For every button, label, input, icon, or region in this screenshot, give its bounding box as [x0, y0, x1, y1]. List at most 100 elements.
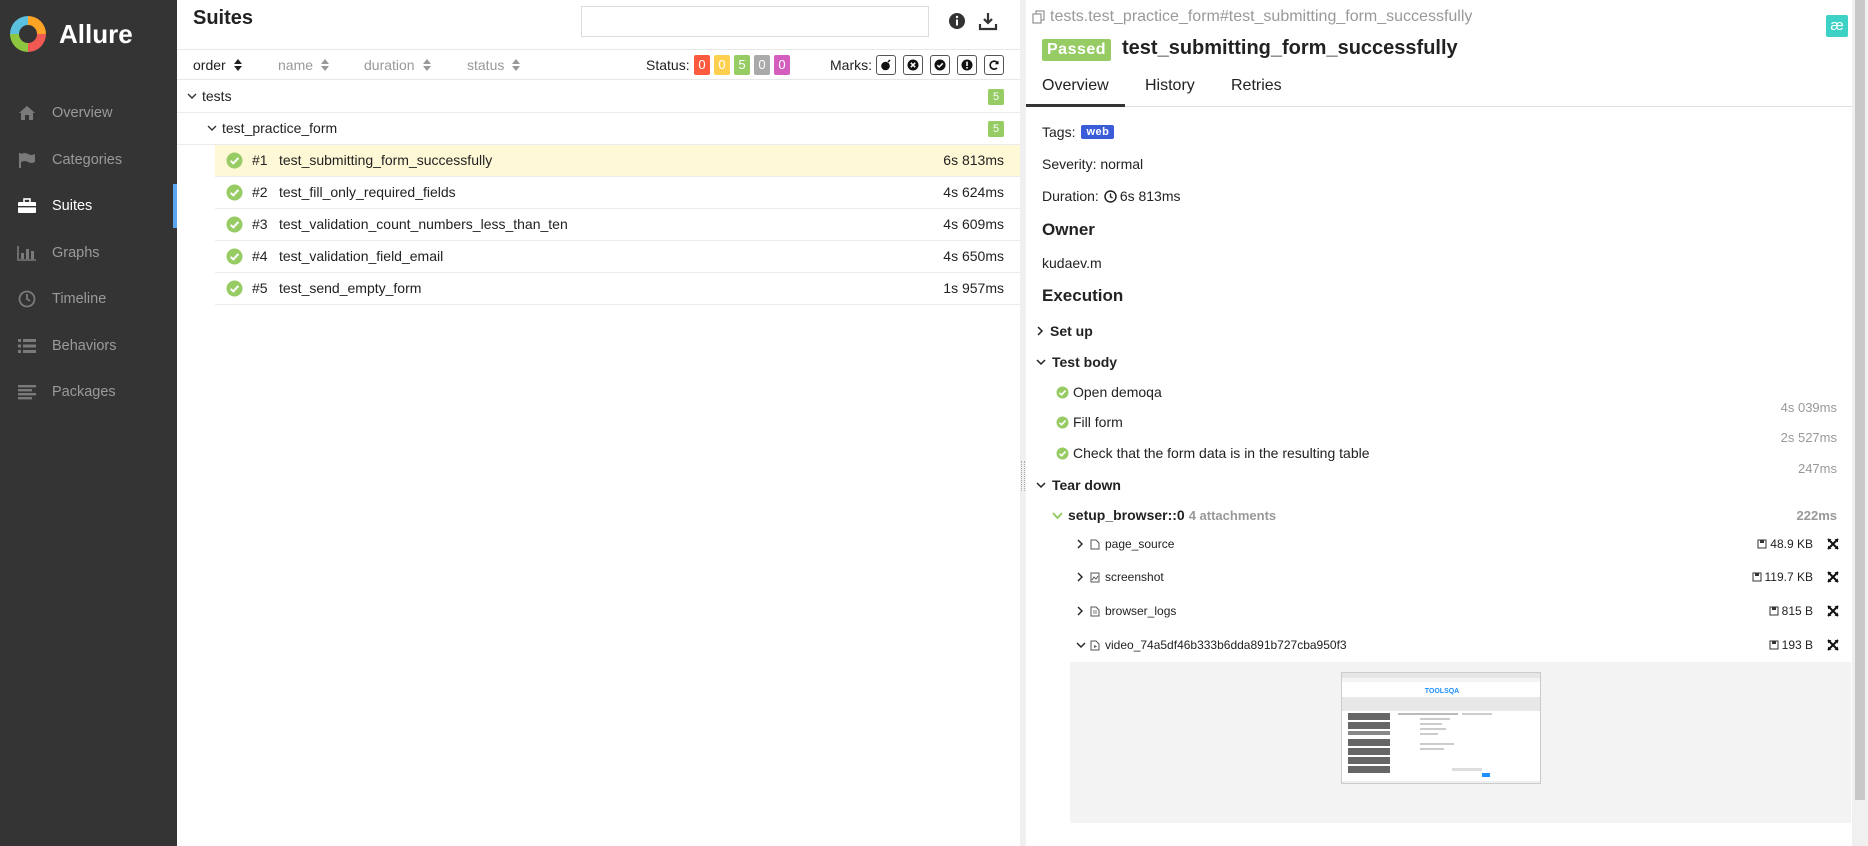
step-row[interactable]: Check that the form data is in the resul…	[1056, 445, 1851, 476]
save-icon	[1752, 572, 1762, 582]
test-body-label: Test body	[1052, 354, 1118, 370]
brand[interactable]: Allure	[0, 0, 177, 68]
setup-label: Set up	[1050, 323, 1093, 339]
test-row[interactable]: #5 test_send_empty_form 1s 957ms	[215, 273, 1020, 305]
fixture-row[interactable]: setup_browser::0 4 attachments 222ms	[1052, 507, 1851, 523]
sort-status-label: status	[467, 57, 505, 73]
step-row[interactable]: Open demoqa 4s 039ms	[1056, 384, 1851, 415]
test-name: test_validation_field_email	[279, 248, 444, 264]
step-name: Fill form	[1073, 414, 1123, 430]
sort-status[interactable]: status	[467, 57, 521, 73]
tags-label: Tags:	[1042, 124, 1076, 140]
status-failed-badge[interactable]: 0	[694, 55, 710, 75]
sidebar-item-packages[interactable]: Packages	[0, 369, 177, 416]
briefcase-icon	[17, 197, 37, 215]
scrollbar-thumb[interactable]	[1855, 0, 1865, 800]
test-row[interactable]: #4 test_validation_field_email 4s 650ms	[215, 241, 1020, 273]
test-duration: 4s 609ms	[943, 216, 1004, 232]
sidebar-item-label: Categories	[52, 151, 123, 168]
check-circle-icon	[226, 216, 243, 233]
test-name: test_submitting_form_successfully	[279, 152, 493, 168]
check-circle-icon	[226, 248, 243, 265]
mark-retries-button[interactable]	[984, 55, 1004, 75]
attachment-row[interactable]: screenshot 119.7 KB	[1076, 570, 1851, 584]
setup-section[interactable]: Set up	[1036, 323, 1093, 339]
expand-icon[interactable]	[1827, 538, 1839, 550]
sidebar-item-suites[interactable]: Suites	[0, 183, 177, 230]
duration-value: 6s 813ms	[1119, 188, 1181, 204]
breadcrumb: tests.test_practice_form#test_submitting…	[1032, 8, 1472, 26]
tab-retries[interactable]: Retries	[1215, 77, 1298, 107]
status-broken-badge[interactable]: 0	[714, 55, 730, 75]
check-circle-icon	[1056, 386, 1069, 398]
sidebar-item-label: Graphs	[52, 244, 100, 261]
status-unknown-badge[interactable]: 0	[774, 55, 790, 75]
copy-icon[interactable]	[1032, 10, 1046, 24]
info-icon[interactable]	[947, 11, 969, 33]
mark-new-broken-button[interactable]	[957, 55, 977, 75]
sidebar-item-label: Behaviors	[52, 337, 117, 354]
step-row[interactable]: Fill form 2s 527ms	[1056, 414, 1851, 445]
attachment-row[interactable]: page_source 48.9 KB	[1076, 537, 1851, 551]
sidebar-item-label: Suites	[52, 198, 93, 215]
flag-icon	[17, 151, 37, 169]
sort-name-label: name	[278, 57, 314, 73]
bomb-icon	[881, 59, 891, 71]
search-input[interactable]	[581, 6, 929, 37]
sort-arrows-icon	[233, 59, 242, 71]
expand-icon[interactable]	[1827, 639, 1839, 651]
tab-overview[interactable]: Overview	[1026, 77, 1125, 107]
test-row[interactable]: #2 test_fill_only_required_fields 4s 624…	[215, 177, 1020, 209]
video-player[interactable]: TOOLSQA	[1341, 672, 1541, 784]
attachment-name: screenshot	[1105, 570, 1164, 584]
splitter-grip-icon[interactable]	[1021, 461, 1025, 491]
test-name: test_fill_only_required_fields	[279, 184, 456, 200]
sort-name[interactable]: name	[278, 57, 330, 73]
status-skipped-badge[interactable]: 0	[754, 55, 770, 75]
test-row[interactable]: #3 test_validation_count_numbers_less_th…	[215, 209, 1020, 241]
test-number: #5	[252, 280, 268, 296]
detail-tabs: Overview History Retries	[1026, 73, 1852, 107]
attachment-size: 193 B	[1769, 638, 1813, 652]
attachment-row[interactable]: video_74a5df46b333b6dda891b727cba950f3 1…	[1076, 638, 1851, 652]
expand-icon[interactable]	[1827, 571, 1839, 583]
status-passed-badge[interactable]: 5	[734, 55, 750, 75]
test-number: #2	[252, 184, 268, 200]
tree-group-test-practice-form[interactable]: test_practice_form 5	[177, 113, 1020, 145]
sort-duration[interactable]: duration	[364, 57, 431, 73]
tags-line: Tags: web	[1042, 124, 1115, 140]
check-circle-icon	[226, 280, 243, 297]
tree-group-tests[interactable]: tests 5	[177, 81, 1020, 113]
attachment-size: 119.7 KB	[1752, 570, 1813, 584]
test-row[interactable]: #1 test_submitting_form_successfully 6s …	[215, 145, 1020, 177]
attachment-size-text: 815 B	[1781, 604, 1813, 618]
save-icon	[1769, 640, 1779, 650]
sidebar-item-timeline[interactable]: Timeline	[0, 276, 177, 323]
attachment-size-text: 48.9 KB	[1770, 537, 1813, 551]
tab-history[interactable]: History	[1129, 77, 1211, 107]
test-body-section[interactable]: Test body	[1036, 354, 1117, 370]
scrollbar[interactable]	[1852, 0, 1868, 846]
sidebar-item-overview[interactable]: Overview	[0, 90, 177, 137]
sidebar-item-categories[interactable]: Categories	[0, 137, 177, 184]
fixture-name: setup_browser::0	[1068, 507, 1185, 523]
execution-heading: Execution	[1042, 286, 1124, 305]
sidebar: Allure Overview Categories Suites Graphs	[0, 0, 177, 846]
breadcrumb-text: tests.test_practice_form#test_submitting…	[1050, 8, 1473, 25]
times-circle-icon	[907, 59, 919, 71]
video-preview-area: TOOLSQA	[1070, 662, 1851, 823]
teardown-section[interactable]: Tear down	[1036, 477, 1121, 493]
sidebar-item-graphs[interactable]: Graphs	[0, 230, 177, 277]
test-duration: 1s 957ms	[943, 280, 1004, 296]
teardown-label: Tear down	[1052, 477, 1121, 493]
sidebar-item-behaviors[interactable]: Behaviors	[0, 323, 177, 370]
ae-icon[interactable]: æ	[1826, 15, 1848, 37]
mark-flaky-button[interactable]	[876, 55, 896, 75]
sort-order[interactable]: order	[193, 57, 242, 73]
expand-icon[interactable]	[1827, 605, 1839, 617]
download-icon[interactable]	[978, 11, 1000, 33]
owner-heading: Owner	[1042, 220, 1095, 239]
mark-new-failed-button[interactable]	[903, 55, 923, 75]
mark-new-passed-button[interactable]	[930, 55, 950, 75]
attachment-row[interactable]: browser_logs 815 B	[1076, 604, 1851, 618]
